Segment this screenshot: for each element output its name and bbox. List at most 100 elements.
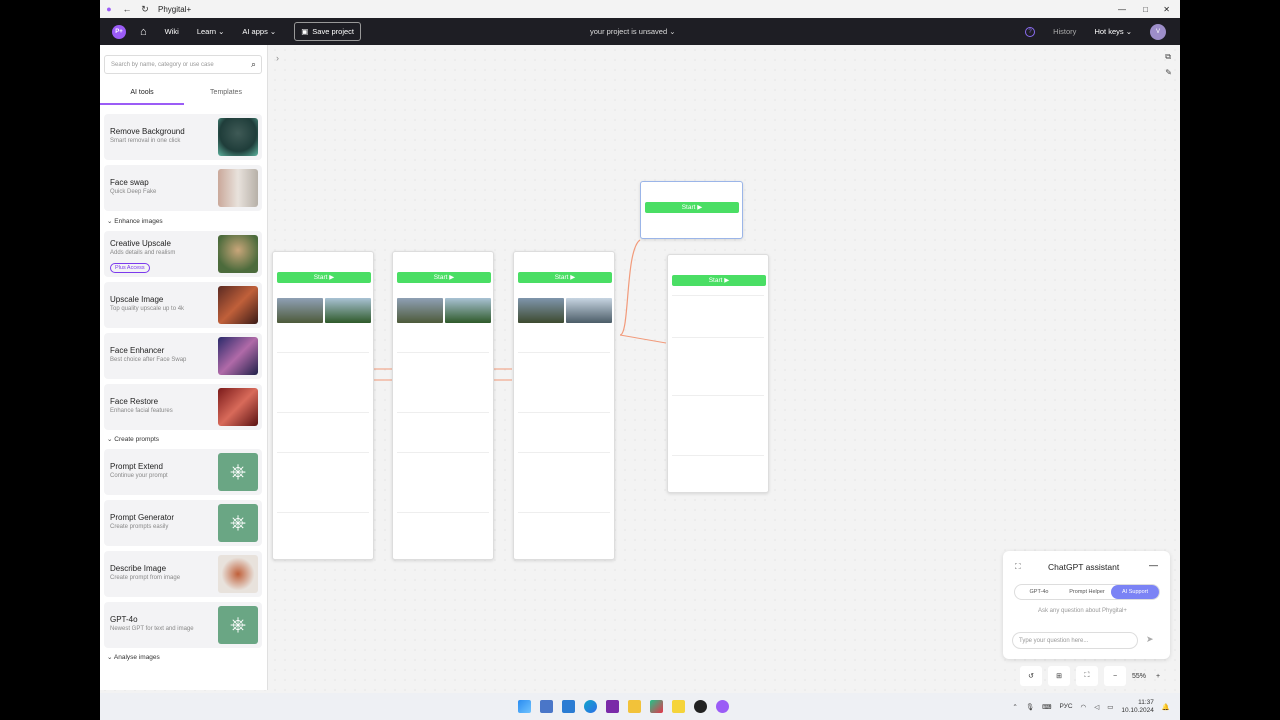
fit-screen-icon[interactable]: ⛶ — [1076, 666, 1098, 686]
zoom-in-button[interactable]: + — [1156, 673, 1160, 680]
explorer-icon[interactable] — [628, 700, 641, 713]
image-preview — [445, 298, 491, 323]
undo-icon[interactable]: ↺ — [1020, 666, 1042, 686]
chat-title: ChatGPT assistant — [1048, 562, 1120, 572]
edge-icon[interactable] — [584, 700, 597, 713]
zoom-controls: ↺ ⊞ ⛶ − 55% + — [1020, 666, 1170, 686]
tool-title: Remove Background — [110, 127, 185, 136]
describe-node[interactable]: Start ▶ — [640, 181, 743, 239]
phygital-app-icon[interactable] — [716, 700, 729, 713]
collapse-sidebar-icon[interactable]: › — [276, 53, 279, 63]
start-button[interactable]: Start ▶ — [397, 272, 491, 283]
image-preview — [397, 298, 443, 323]
chatgpt-app-icon[interactable] — [694, 700, 707, 713]
zoom-out-button[interactable]: − — [1104, 666, 1126, 686]
send-icon[interactable]: ➤ — [1146, 634, 1154, 645]
app-window: ● ← ↻ Phygital+ — □ ✕ P+ ⌂ Wiki Learn ⌄ … — [100, 0, 1180, 720]
openai-icon: ⎈ — [218, 453, 258, 491]
tool-desc: Top quality upscale up to 4k — [110, 306, 185, 312]
tool-desc: Enhance facial features — [110, 408, 173, 414]
divider — [518, 412, 610, 413]
divider — [397, 512, 489, 513]
tool-thumbnail — [218, 286, 258, 324]
generator-node-2[interactable]: Start ▶ — [392, 251, 494, 560]
expand-icon[interactable]: ⛶ — [1015, 562, 1021, 572]
zoom-level: 55% — [1132, 672, 1147, 680]
draw-icon[interactable]: ✎ — [1165, 68, 1172, 77]
tool-desc: Quick Deep Fake — [110, 189, 157, 195]
section-analyse-images[interactable]: ⌄ Analyse images — [107, 653, 160, 661]
windows-start-icon[interactable] — [518, 700, 531, 713]
tool-title: Upscale Image — [110, 295, 164, 304]
section-enhance-images[interactable]: ⌄ Enhance images — [107, 217, 163, 225]
start-button[interactable]: Start ▶ — [645, 202, 739, 213]
tool-thumbnail — [218, 118, 258, 156]
pycharm-icon[interactable] — [650, 700, 663, 713]
divider — [672, 337, 764, 338]
sticky-notes-icon[interactable] — [672, 700, 685, 713]
tool-desc: Best choice after Face Swap — [110, 357, 187, 363]
grid-icon[interactable]: ⊞ — [1048, 666, 1070, 686]
tool-card-face-restore[interactable]: Face Restore Enhance facial features — [104, 384, 262, 430]
tool-card-creative-upscale[interactable]: Creative Upscale Adds details and realism… — [104, 231, 262, 277]
battery-icon[interactable]: ▭ — [1107, 703, 1113, 711]
chevron-up-icon[interactable]: ⌃ — [1012, 703, 1017, 711]
tool-card-face-enhancer[interactable]: Face Enhancer Best choice after Face Swap — [104, 333, 262, 379]
generator-node-4[interactable]: Start ▶ — [667, 254, 769, 493]
start-button[interactable]: Start ▶ — [277, 272, 371, 283]
tool-title: Face swap — [110, 178, 149, 187]
tool-title: Face Restore — [110, 397, 159, 406]
generator-node-1[interactable]: Start ▶ — [272, 251, 374, 560]
chat-tab-ai-support[interactable]: AI Support — [1111, 585, 1159, 599]
generator-node-3[interactable]: Start ▶ — [513, 251, 615, 560]
tool-card-gpt-4o[interactable]: GPT-4o Newest GPT for text and image ⎈ — [104, 602, 262, 648]
chat-tab-gpt4o[interactable]: GPT-4o — [1015, 589, 1063, 595]
search-icon[interactable]: ⌕ — [251, 59, 256, 70]
tool-card-remove-background[interactable]: Remove Background Smart removal in one cl… — [104, 114, 262, 160]
microphone-icon[interactable]: 🎙 — [1026, 703, 1034, 711]
tool-desc: Adds details and realism — [110, 250, 176, 256]
chat-input[interactable]: Type your question here... — [1012, 632, 1138, 649]
tool-desc: Create prompts easily — [110, 524, 169, 530]
tool-card-face-swap[interactable]: Face swap Quick Deep Fake — [104, 165, 262, 211]
tool-title: Describe Image — [110, 564, 167, 573]
tools-list: Remove Background Smart removal in one cl… — [100, 107, 268, 690]
tool-thumbnail — [218, 235, 258, 273]
divider — [277, 412, 369, 413]
divider — [672, 295, 764, 296]
tab-ai-tools[interactable]: AI tools — [100, 83, 184, 105]
tab-templates[interactable]: Templates — [184, 83, 268, 105]
tool-desc: Newest GPT for text and image — [110, 626, 194, 632]
windows-taskbar: ⌃ 🎙 ⌨ РУС ◠ ◁ ▭ 11:37 10.10.2024 🔔 — [100, 693, 1180, 720]
layout-icon[interactable]: ⧉ — [1165, 52, 1172, 62]
divider — [397, 352, 489, 353]
tool-thumbnail — [218, 555, 258, 593]
volume-icon[interactable]: ◁ — [1094, 703, 1099, 711]
divider — [397, 452, 489, 453]
tool-card-upscale-image[interactable]: Upscale Image Top quality upscale up to 4… — [104, 282, 262, 328]
wifi-icon[interactable]: ◠ — [1081, 703, 1087, 711]
divider — [518, 512, 610, 513]
search-input[interactable]: Search by name, category or use case ⌕ — [104, 55, 262, 74]
notifications-icon[interactable]: 🔔 — [1162, 703, 1170, 711]
connection-line — [619, 239, 641, 336]
vscode-icon[interactable] — [562, 700, 575, 713]
tool-title: Prompt Generator — [110, 513, 175, 522]
language-indicator[interactable]: РУС — [1060, 703, 1073, 710]
chat-tab-prompt-helper[interactable]: Prompt Helper — [1063, 589, 1111, 595]
start-button[interactable]: Start ▶ — [518, 272, 612, 283]
tool-card-describe-image[interactable]: Describe Image Create prompt from image — [104, 551, 262, 597]
minimize-chat-icon[interactable]: — — [1149, 560, 1158, 570]
section-create-prompts[interactable]: ⌄ Create prompts — [107, 435, 159, 443]
snipping-tool-icon[interactable] — [540, 700, 553, 713]
start-button[interactable]: Start ▶ — [672, 275, 766, 286]
tool-card-prompt-generator[interactable]: Prompt Generator Create prompts easily ⎈ — [104, 500, 262, 546]
divider — [672, 455, 764, 456]
tool-desc: Continue your prompt — [110, 473, 168, 479]
tool-title: Prompt Extend — [110, 462, 163, 471]
onenote-icon[interactable] — [606, 700, 619, 713]
clock[interactable]: 11:37 10.10.2024 — [1121, 699, 1154, 715]
chat-hint: Ask any question about Phygital+ — [1038, 608, 1127, 614]
tool-card-prompt-extend[interactable]: Prompt Extend Continue your prompt ⎈ — [104, 449, 262, 495]
keyboard-icon[interactable]: ⌨ — [1042, 703, 1051, 711]
